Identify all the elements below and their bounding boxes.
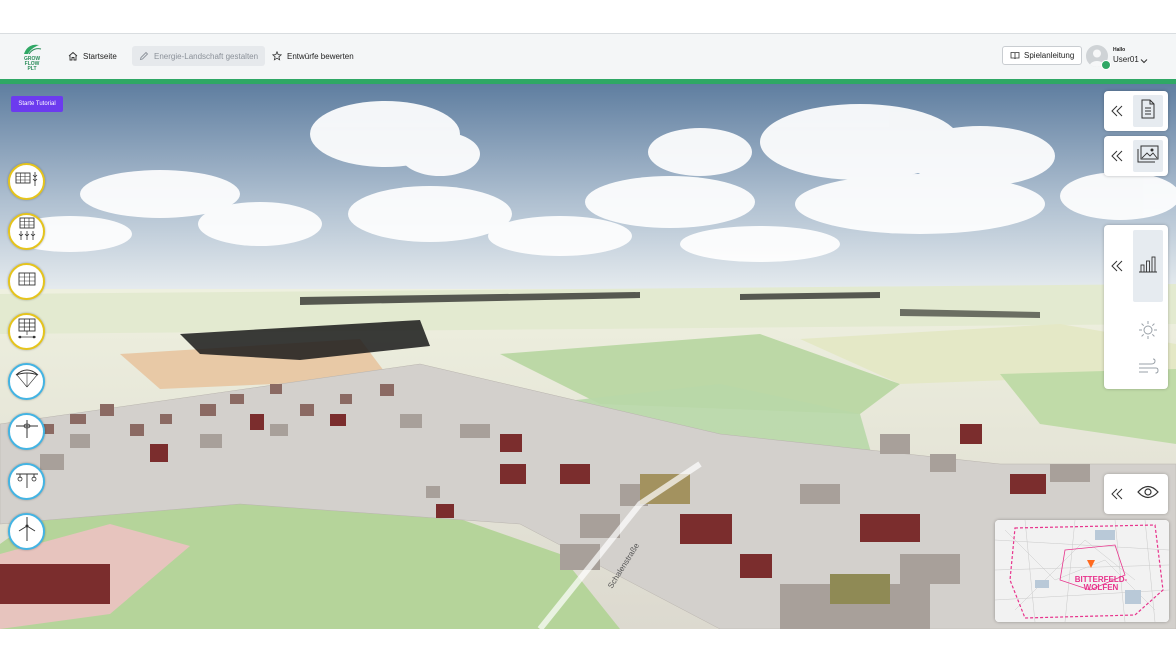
tutorial-button[interactable]: Starte Tutorial	[11, 96, 63, 112]
sun-icon	[1138, 320, 1158, 345]
nav-startseite[interactable]: Startseite	[61, 46, 124, 66]
double-chevron-left-icon[interactable]	[1109, 484, 1125, 504]
app-header: GROW FLOW PLT Startseite Energie-Landsch…	[0, 33, 1176, 79]
minimap[interactable]: BITTERFELD- WOLFEN	[995, 520, 1169, 622]
tool-paraglider-wind[interactable]	[8, 363, 45, 400]
paraglider-wind-icon	[14, 367, 40, 396]
minimap-city-label: BITTERFELD- WOLFEN	[1074, 575, 1128, 592]
nav-entwuerfe-bewerten[interactable]: Entwürfe bewerten	[265, 46, 361, 66]
nav-energie-landschaft[interactable]: Energie-Landschaft gestalten	[132, 46, 266, 66]
tool-solar-grain[interactable]	[8, 163, 45, 200]
tool-solar-crops[interactable]	[8, 213, 45, 250]
3d-map-scene[interactable]: Schalenstraße Starte Tutorial BITTERFELD…	[0, 84, 1176, 629]
visibility-button[interactable]	[1133, 478, 1163, 510]
nav-label: Energie-Landschaft gestalten	[154, 51, 259, 61]
eye-icon	[1137, 485, 1159, 504]
double-chevron-left-icon[interactable]	[1109, 256, 1125, 276]
solar-panel-icon	[17, 271, 37, 292]
tool-solar-tracker[interactable]	[8, 313, 45, 350]
wind-button[interactable]	[1133, 352, 1163, 386]
online-status-dot	[1101, 60, 1111, 70]
solar-panel-crops-icon	[15, 216, 39, 247]
guide-button[interactable]: Spielanleitung	[1002, 46, 1083, 65]
guide-label: Spielanleitung	[1024, 51, 1075, 60]
chevron-down-icon	[1140, 51, 1148, 69]
wind-turbine-icon	[15, 516, 39, 547]
home-icon	[68, 51, 78, 61]
solar-tracker-icon	[14, 317, 40, 346]
airborne-wind-icon	[14, 417, 40, 446]
top-margin	[0, 0, 1176, 33]
tool-airborne-wind[interactable]	[8, 413, 45, 450]
tool-solar-panel[interactable]	[8, 263, 45, 300]
image-icon	[1137, 145, 1159, 168]
solar-panel-grain-icon	[14, 169, 40, 194]
tool-wind-turbine[interactable]	[8, 513, 45, 550]
app-logo[interactable]: GROW FLOW PLT	[18, 42, 46, 72]
user-name: User01	[1113, 55, 1139, 64]
user-menu[interactable]: Hallo User01	[1086, 44, 1166, 70]
bottom-margin	[0, 629, 1176, 662]
nav-label: Startseite	[83, 51, 117, 61]
pencil-icon	[139, 51, 149, 61]
document-panel	[1104, 91, 1168, 131]
double-chevron-left-icon[interactable]	[1109, 146, 1125, 166]
logo-text: GROW FLOW PLT	[23, 56, 41, 72]
chart-button[interactable]	[1133, 230, 1163, 302]
document-icon	[1140, 99, 1156, 124]
visibility-panel	[1104, 474, 1168, 514]
user-greeting: Hallo	[1113, 47, 1126, 53]
image-panel	[1104, 136, 1168, 176]
nav-label: Entwürfe bewerten	[287, 51, 354, 61]
drone-wind-icon	[14, 468, 40, 495]
bar-chart-icon	[1138, 255, 1158, 278]
wind-icon	[1137, 358, 1159, 381]
tool-drone-wind[interactable]	[8, 463, 45, 500]
image-button[interactable]	[1133, 140, 1163, 172]
double-chevron-left-icon[interactable]	[1109, 101, 1125, 121]
document-button[interactable]	[1133, 95, 1163, 127]
analytics-panel	[1104, 225, 1168, 389]
sun-button[interactable]	[1133, 315, 1163, 349]
star-icon	[272, 51, 282, 61]
book-icon	[1010, 51, 1020, 60]
minimap-map	[995, 520, 1169, 622]
